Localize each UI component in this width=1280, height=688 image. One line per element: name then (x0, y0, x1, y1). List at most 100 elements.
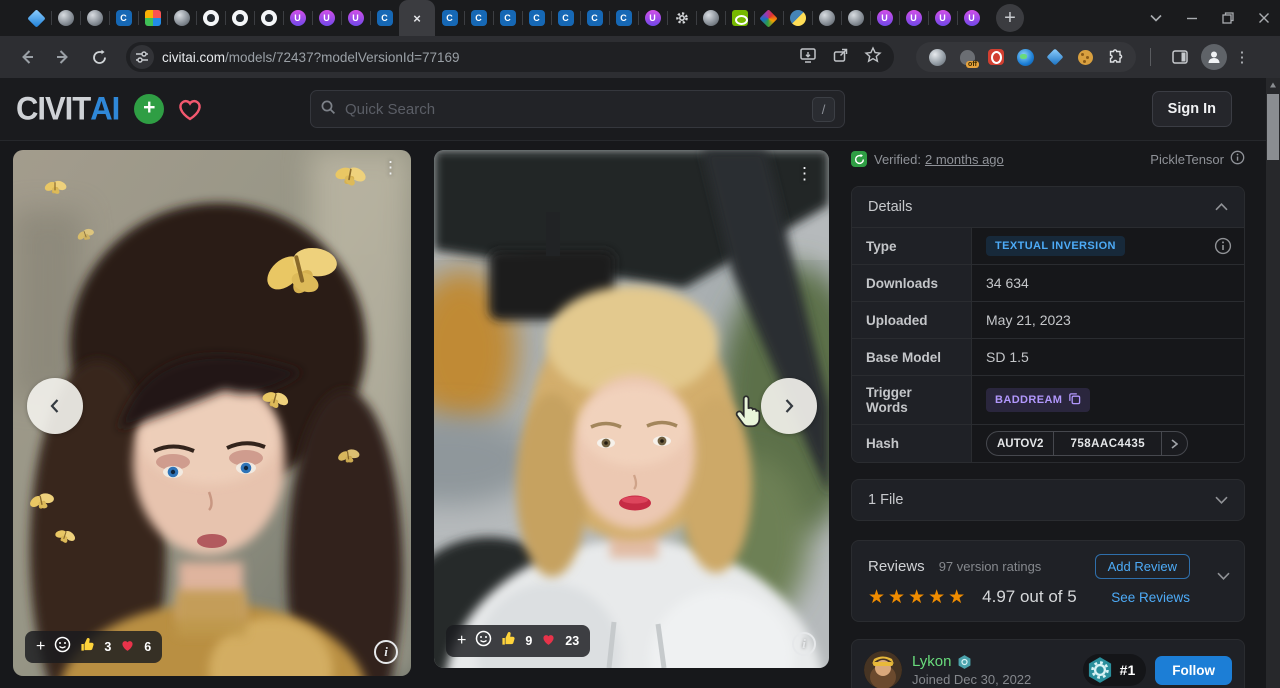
heart-reaction-icon[interactable] (120, 638, 135, 657)
pinned-tab[interactable] (138, 0, 167, 36)
pinned-tab[interactable]: C (522, 0, 551, 36)
share-icon[interactable] (832, 46, 849, 68)
pinned-tab[interactable]: U (957, 0, 986, 36)
tab-search-chevron-icon[interactable] (1150, 14, 1162, 22)
sign-in-button[interactable]: Sign In (1152, 91, 1232, 127)
pinned-tab[interactable]: C (109, 0, 138, 36)
see-reviews-link[interactable]: See Reviews (1111, 590, 1190, 605)
pinned-tab[interactable] (725, 0, 754, 36)
pinned-tab[interactable]: U (638, 0, 667, 36)
create-button[interactable]: + (134, 94, 164, 124)
active-tab[interactable]: × (399, 0, 435, 36)
browser-menu-icon[interactable]: ⋮ (1233, 48, 1251, 66)
follow-button[interactable]: Follow (1155, 656, 1232, 685)
pinned-tab[interactable] (841, 0, 870, 36)
pinned-tab[interactable]: C (493, 0, 522, 36)
page-scrollbar[interactable] (1266, 78, 1280, 688)
quick-search[interactable]: / (310, 90, 845, 128)
pinned-tab[interactable]: U (283, 0, 312, 36)
scrollbar-thumb[interactable] (1267, 94, 1279, 160)
pinned-tab[interactable]: U (899, 0, 928, 36)
pinned-tab[interactable]: U (312, 0, 341, 36)
pinned-tab[interactable] (254, 0, 283, 36)
pinned-tab[interactable]: C (580, 0, 609, 36)
tab-close-icon[interactable]: × (413, 12, 421, 25)
thumbs-up-icon[interactable] (80, 637, 95, 657)
heart-reaction-icon[interactable] (541, 632, 556, 651)
creator-avatar[interactable] (864, 651, 902, 688)
hash-expand-chevron-icon[interactable] (1161, 432, 1187, 455)
close-window-icon[interactable] (1258, 12, 1270, 24)
side-panel-icon[interactable] (1165, 42, 1195, 72)
smiley-icon[interactable] (475, 630, 492, 652)
extension-gem-icon[interactable] (1047, 49, 1064, 66)
details-accordion-header[interactable]: Details (852, 187, 1244, 227)
site-settings-icon[interactable] (130, 45, 154, 69)
install-app-icon[interactable] (799, 46, 817, 69)
copy-icon[interactable] (1068, 392, 1081, 408)
reload-icon[interactable] (84, 42, 114, 72)
extension-red-icon[interactable] (988, 49, 1004, 65)
image-info-icon[interactable]: i (792, 632, 816, 656)
new-tab-button[interactable]: + (996, 4, 1024, 32)
ultra-favicon: U (290, 10, 306, 26)
image-menu-icon[interactable]: ⋮ (790, 160, 819, 188)
info-icon[interactable] (1214, 237, 1232, 255)
pinned-tab[interactable]: C (464, 0, 493, 36)
extension-globe-icon[interactable] (929, 49, 946, 66)
restore-icon[interactable] (1222, 12, 1234, 24)
extension-fire-off-icon[interactable] (960, 50, 975, 65)
add-reaction-button[interactable]: + (457, 632, 466, 650)
details-row: TypeTEXTUAL INVERSION (852, 227, 1244, 264)
files-accordion[interactable]: 1 File (851, 479, 1245, 521)
chevron-down-icon[interactable] (1217, 572, 1230, 580)
civitai-logo[interactable]: CIVITAI (16, 90, 119, 128)
pinned-tab[interactable] (196, 0, 225, 36)
pinned-tab[interactable] (167, 0, 196, 36)
pinned-tab[interactable]: C (435, 0, 464, 36)
pinned-tab[interactable] (783, 0, 812, 36)
pinned-tab[interactable] (812, 0, 841, 36)
pinned-tab[interactable]: C (370, 0, 399, 36)
creator-name[interactable]: Lykon (912, 653, 951, 670)
extensions-puzzle-icon[interactable] (1106, 48, 1124, 66)
smiley-icon[interactable] (54, 636, 71, 658)
trigger-word-badge[interactable]: BADDREAM (986, 388, 1090, 412)
scrollbar-up-arrow[interactable] (1269, 81, 1277, 89)
pinned-tab[interactable] (667, 0, 696, 36)
back-icon[interactable] (12, 42, 42, 72)
pinned-tab[interactable] (51, 0, 80, 36)
carousel-next-button[interactable] (761, 378, 817, 434)
add-reaction-button[interactable]: + (36, 638, 45, 656)
pinned-tab[interactable]: C (609, 0, 638, 36)
thumbs-up-icon[interactable] (501, 631, 516, 651)
pinned-tab[interactable] (225, 0, 254, 36)
address-bar[interactable]: civitai.com/models/72437?modelVersionId=… (126, 42, 894, 72)
pinned-tab[interactable]: C (551, 0, 580, 36)
pinned-tab[interactable] (696, 0, 725, 36)
minimize-icon[interactable] (1186, 12, 1198, 24)
image-menu-icon[interactable]: ⋮ (376, 154, 405, 182)
pinned-tab[interactable] (22, 0, 51, 36)
pinned-tab[interactable] (80, 0, 109, 36)
carousel-prev-button[interactable] (27, 378, 83, 434)
pinned-tab[interactable]: U (870, 0, 899, 36)
forward-icon[interactable] (48, 42, 78, 72)
extension-cookie-icon[interactable] (1078, 50, 1093, 65)
pinned-tab[interactable] (754, 0, 783, 36)
bookmark-star-icon[interactable] (864, 46, 882, 69)
type-badge[interactable]: TEXTUAL INVERSION (986, 236, 1125, 256)
extension-earth-icon[interactable] (1017, 49, 1034, 66)
format-info-icon[interactable] (1230, 150, 1245, 168)
search-input[interactable] (336, 101, 812, 118)
pinned-tab[interactable]: U (341, 0, 370, 36)
image-info-icon[interactable]: i (374, 640, 398, 664)
hash-pill[interactable]: AUTOV2758AAC4435 (986, 431, 1188, 456)
support-heart-icon[interactable] (176, 96, 204, 122)
add-review-button[interactable]: Add Review (1095, 554, 1190, 579)
pinned-tab[interactable]: U (928, 0, 957, 36)
civitai-favicon: C (558, 10, 574, 26)
browser-profile-avatar[interactable] (1201, 44, 1227, 70)
verified-time-link[interactable]: 2 months ago (925, 152, 1004, 167)
creator-rank-badge: #1 (1083, 654, 1147, 686)
